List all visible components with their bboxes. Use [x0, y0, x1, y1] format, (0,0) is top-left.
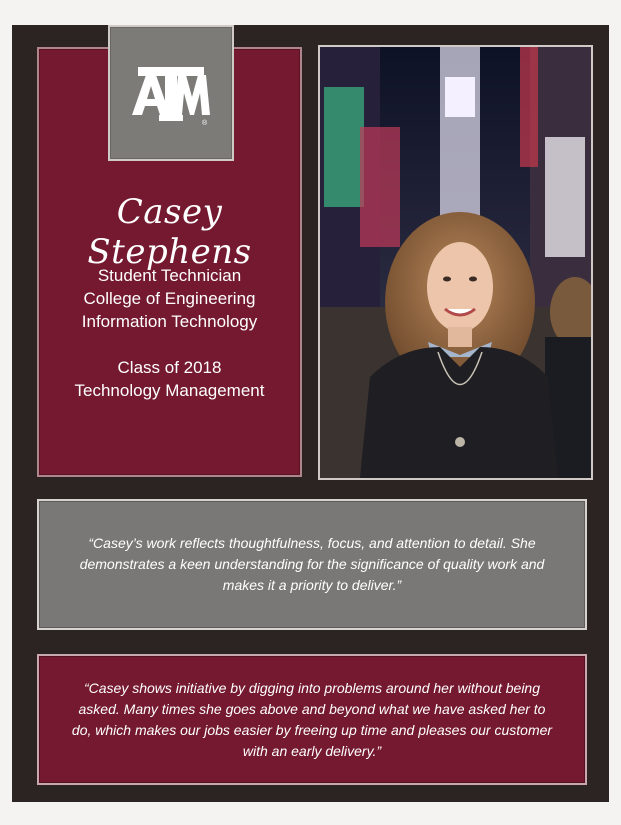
- role-line: Student Technician: [97, 266, 242, 285]
- city-street-photo: [320, 47, 591, 478]
- university-logo: ®: [108, 25, 234, 161]
- role-block: Student Technician College of Engineerin…: [37, 264, 302, 333]
- quote-text: “Casey shows initiative by digging into …: [71, 679, 553, 759]
- class-block: Class of 2018 Technology Management: [37, 356, 302, 402]
- testimonial-quote-1: “Casey’s work reflects thoughtfulness, f…: [37, 499, 587, 630]
- svg-text:®: ®: [202, 119, 208, 125]
- person-name: Casey Stephens: [87, 192, 252, 272]
- testimonial-quote-2: “Casey shows initiative by digging into …: [37, 654, 587, 785]
- role-line: Information Technology: [81, 312, 258, 331]
- atm-logo-icon: ®: [132, 67, 210, 125]
- profile-photo: [320, 47, 591, 478]
- class-line: Class of 2018: [117, 358, 222, 377]
- quote-text: “Casey’s work reflects thoughtfulness, f…: [79, 535, 545, 593]
- class-line: Technology Management: [74, 381, 265, 400]
- role-line: College of Engineering: [83, 289, 256, 308]
